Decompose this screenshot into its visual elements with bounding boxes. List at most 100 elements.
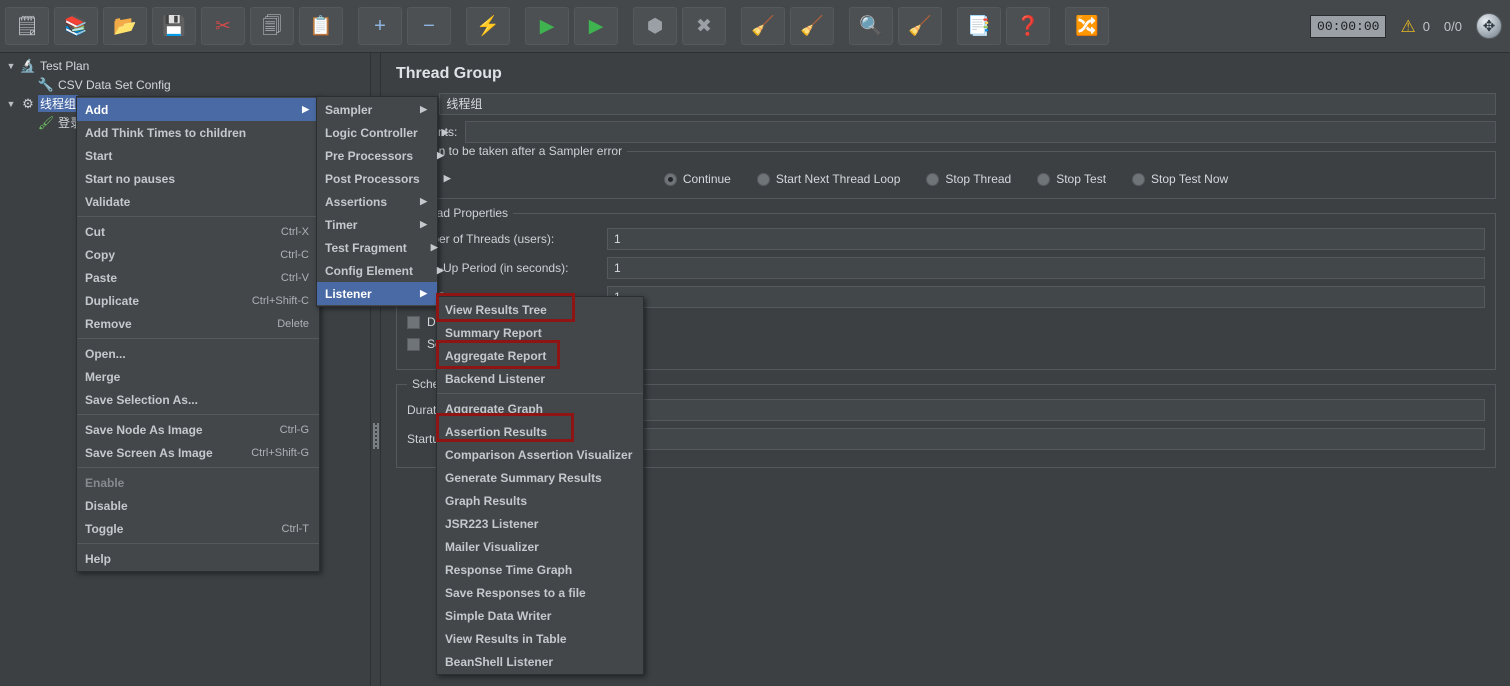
context-menu-item-save-node-as-image[interactable]: Save Node As Image Ctrl-G (77, 418, 319, 441)
listener-submenu-item-backend-listener[interactable]: Backend Listener (437, 367, 643, 390)
listener-submenu-item-view-results-in-table[interactable]: View Results in Table (437, 627, 643, 650)
listener-submenu-item-summary-report[interactable]: Summary Report (437, 321, 643, 344)
add-submenu-item-logic-controller[interactable]: Logic Controller ▶ (317, 121, 449, 144)
radio-button-icon[interactable] (1132, 172, 1146, 186)
duration-input[interactable] (557, 399, 1485, 421)
listener-submenu-item-assertion-results[interactable]: Assertion Results (437, 420, 643, 443)
listener-submenu-item-view-results-tree[interactable]: View Results Tree (437, 298, 643, 321)
checkbox-unchecked-icon[interactable] (407, 315, 420, 329)
menu-item-label: Test Fragment (325, 240, 407, 255)
menu-item-label: Copy (85, 247, 115, 262)
add-submenu[interactable]: Sampler ▶ Logic Controller ▶ Pre Processors ▶… (316, 96, 451, 307)
listener-submenu-item-jsr223-listener[interactable]: JSR223 Listener (437, 512, 643, 535)
start-button[interactable]: ▶ (525, 7, 569, 45)
context-menu-item-save-screen-as-image[interactable]: Save Screen As Image Ctrl+Shift-G (77, 441, 319, 464)
listener-submenu-item-aggregate-graph[interactable]: Aggregate Graph (437, 397, 643, 420)
context-menu-item-remove[interactable]: Remove Delete (77, 312, 319, 335)
context-menu-item-merge[interactable]: Merge (77, 365, 319, 388)
toggle-button[interactable]: ⚡ (466, 7, 510, 45)
checkbox-unchecked-icon[interactable] (407, 337, 420, 351)
context-menu-item-disable[interactable]: Disable (77, 494, 319, 517)
listener-submenu-item-beanshell-listener[interactable]: BeanShell Listener (437, 650, 643, 673)
expand-arrow-icon[interactable]: ▼ (4, 61, 18, 71)
stop-button[interactable]: ⬢ (633, 7, 677, 45)
radio-button-icon[interactable] (756, 172, 770, 186)
context-menu-item-toggle[interactable]: Toggle Ctrl-T (77, 517, 319, 540)
context-menu-item-cut[interactable]: Cut Ctrl-X (77, 220, 319, 243)
expand-arrow-icon[interactable]: ▼ (4, 99, 18, 109)
warning-indicator[interactable]: ⚠ 0 (1400, 18, 1429, 35)
loop-count-input[interactable]: 1 (607, 286, 1485, 308)
error-action-radio-3[interactable]: Stop Thread (926, 172, 1011, 186)
context-menu-item-paste[interactable]: Paste Ctrl-V (77, 266, 319, 289)
clear-all-button[interactable]: 🧹 (790, 7, 834, 45)
radio-button-icon[interactable] (663, 172, 677, 186)
start-no-pauses-button[interactable]: ▶ (574, 7, 618, 45)
context-menu-item-start-no-pauses[interactable]: Start no pauses (77, 167, 319, 190)
expand-all-button[interactable]: + (358, 7, 402, 45)
radio-button-icon[interactable] (1037, 172, 1051, 186)
add-submenu-item-post-processors[interactable]: Post Processors ▶ (317, 167, 451, 190)
error-action-radio-5[interactable]: Stop Test Now (1132, 172, 1228, 186)
listener-submenu-item-generate-summary-results[interactable]: Generate Summary Results (437, 466, 643, 489)
shutdown-button[interactable]: ✖ (682, 7, 726, 45)
listener-submenu[interactable]: View Results Tree Summary Report Aggregate… (436, 296, 644, 675)
context-menu-item-save-selection-as[interactable]: Save Selection As... (77, 388, 319, 411)
num-threads-input[interactable]: 1 (607, 228, 1485, 250)
toolbar-separator (942, 7, 952, 45)
tree-node-1[interactable]: ▼ 🔬 Test Plan (0, 56, 370, 75)
open-button[interactable]: 📂 (103, 7, 147, 45)
context-menu-item-open[interactable]: Open... (77, 342, 319, 365)
error-action-radio-4[interactable]: Stop Test (1037, 172, 1106, 186)
menu-item-label: Enable (85, 475, 125, 490)
save-button[interactable]: 💾 (152, 7, 196, 45)
context-menu-item-copy[interactable]: Copy Ctrl-C (77, 243, 319, 266)
context-menu-item-help[interactable]: Help (77, 547, 319, 570)
startup-delay-input[interactable] (557, 428, 1485, 450)
sampler-error-radio-group[interactable]: Continue Start Next Thread Loop Stop Threa… (407, 166, 1485, 188)
name-input[interactable]: 线程组 (439, 93, 1496, 115)
clear-button[interactable]: 🧹 (741, 7, 785, 45)
context-menu-item-duplicate[interactable]: Duplicate Ctrl+Shift-C (77, 289, 319, 312)
listener-submenu-item-comparison-assertion-visualizer[interactable]: Comparison Assertion Visualizer (437, 443, 643, 466)
context-menu-item-add-think-times-to-children[interactable]: Add Think Times to children (77, 121, 319, 144)
add-submenu-item-pre-processors[interactable]: Pre Processors ▶ (317, 144, 444, 167)
listener-submenu-item-aggregate-report[interactable]: Aggregate Report (437, 344, 643, 367)
listener-submenu-item-response-time-graph[interactable]: Response Time Graph (437, 558, 643, 581)
tree-node-2[interactable]: 🔧 CSV Data Set Config (0, 75, 370, 94)
reset-search-button[interactable]: 🧹 (898, 7, 942, 45)
function-helper-button[interactable]: 📑 (957, 7, 1001, 45)
add-submenu-item-sampler[interactable]: Sampler ▶ (317, 98, 437, 121)
add-submenu-item-test-fragment[interactable]: Test Fragment ▶ (317, 236, 438, 259)
add-submenu-item-config-element[interactable]: Config Element ▶ (317, 259, 444, 282)
help-button[interactable]: ❓ (1006, 7, 1050, 45)
search-button[interactable]: 🔍 (849, 7, 893, 45)
error-action-radio-1[interactable]: Continue (663, 172, 731, 186)
listener-submenu-item-mailer-visualizer[interactable]: Mailer Visualizer (437, 535, 643, 558)
listener-submenu-item-graph-results[interactable]: Graph Results (437, 489, 643, 512)
templates-button[interactable]: 📚 (54, 7, 98, 45)
copy-button[interactable]: 🗐 (250, 7, 294, 45)
comments-input[interactable] (465, 121, 1496, 143)
radio-button-icon[interactable] (926, 172, 940, 186)
plus-icon: + (374, 15, 386, 37)
ramp-up-input[interactable]: 1 (607, 257, 1485, 279)
collapse-all-button[interactable]: − (407, 7, 451, 45)
context-menu-item-validate[interactable]: Validate (77, 190, 319, 213)
add-submenu-item-timer[interactable]: Timer ▶ (317, 213, 437, 236)
error-action-radio-2[interactable]: Start Next Thread Loop (756, 172, 900, 186)
context-menu-item-start[interactable]: Start (77, 144, 319, 167)
paste-button[interactable]: 📋 (299, 7, 343, 45)
add-submenu-item-assertions[interactable]: Assertions ▶ (317, 190, 437, 213)
tree-context-menu[interactable]: Add ▶ Add Think Times to children Start Star… (76, 96, 320, 572)
cut-button[interactable]: ✂ (201, 7, 245, 45)
listener-submenu-item-simple-data-writer[interactable]: Simple Data Writer (437, 604, 643, 627)
context-menu-item-add[interactable]: Add ▶ (77, 98, 319, 121)
add-submenu-item-listener[interactable]: Listener ▶ (317, 282, 437, 305)
listener-submenu-item-save-responses-to-a-file[interactable]: Save Responses to a file (437, 581, 643, 604)
undo-redo-button[interactable]: 🔀 (1065, 7, 1109, 45)
menu-item-label: Listener (325, 286, 372, 301)
globe-icon[interactable]: ✥ (1476, 13, 1502, 39)
menu-item-label: Start (85, 148, 113, 163)
new-button[interactable]: 🗒 (5, 7, 49, 45)
